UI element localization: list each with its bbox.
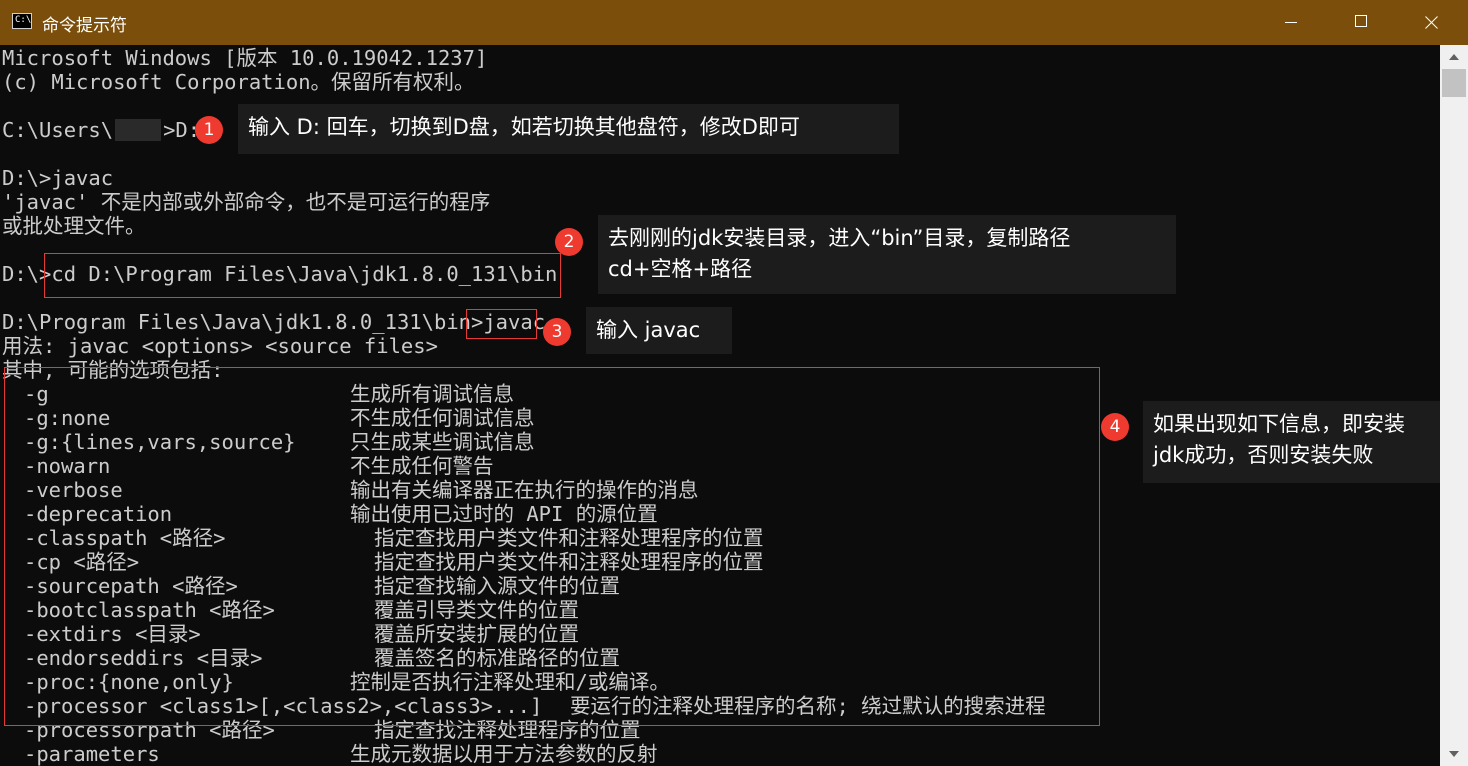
vertical-scrollbar[interactable] <box>1440 45 1468 766</box>
console-line: 用法: javac <options> <source files> <box>2 334 438 358</box>
scroll-up-arrow-icon[interactable] <box>1440 45 1468 69</box>
scrollbar-thumb[interactable] <box>1442 69 1466 97</box>
step-note-3: 输入 javac <box>586 307 732 354</box>
step-note-2: 去刚刚的jdk安装目录，进入“bin”目录，复制路径 cd+空格+路径 <box>598 215 1176 294</box>
note-line: 如果出现如下信息，即安装 <box>1153 412 1405 436</box>
close-button[interactable] <box>1396 0 1466 45</box>
console-line: 或批处理文件。 <box>2 214 146 238</box>
console-line: (c) Microsoft Corporation。保留所有权利。 <box>2 70 475 94</box>
step-badge-3: 3 <box>543 318 571 346</box>
title-bar[interactable]: C:\ 命令提示符 <box>0 0 1468 45</box>
command-prompt-window: C:\ 命令提示符 Microsoft Windows [版本 10.0.190… <box>0 0 1468 766</box>
console-line: C:\Users\ >D: <box>2 118 200 142</box>
console-line: 'javac' 不是内部或外部命令，也不是可运行的程序 <box>2 190 491 214</box>
option-description: 生成元数据以用于方法参数的反射 <box>350 742 658 766</box>
note-line: 去刚刚的jdk安装目录，进入“bin”目录，复制路径 <box>608 226 1071 250</box>
prompt-text: C:\Users\ <box>2 118 114 142</box>
console-line: D:\>javac <box>2 166 114 190</box>
redacted-username <box>115 119 162 141</box>
cmd-icon: C:\ <box>12 13 32 29</box>
step-note-4: 如果出现如下信息，即安装 jdk成功，否则安装失败 <box>1143 401 1468 483</box>
note-line: jdk成功，否则安装失败 <box>1153 443 1374 467</box>
window-title: 命令提示符 <box>42 16 127 36</box>
minimize-button[interactable] <box>1256 0 1326 45</box>
note-line: 输入 javac <box>596 318 701 342</box>
note-line: cd+空格+路径 <box>608 257 753 281</box>
step-badge-1: 1 <box>195 116 223 144</box>
note-line: 输入 D: 回车，切换到D盘，如若切换其他盘符，修改D即可 <box>248 115 800 139</box>
option-flag: -parameters <box>24 742 160 766</box>
scroll-down-arrow-icon[interactable] <box>1440 742 1468 766</box>
output-highlight <box>4 367 1100 726</box>
maximize-button[interactable] <box>1326 0 1396 45</box>
step-badge-4: 4 <box>1101 413 1129 441</box>
step-note-1: 输入 D: 回车，切换到D盘，如若切换其他盘符，修改D即可 <box>238 104 899 154</box>
console-line: D:\Program Files\Java\jdk1.8.0_131\bin>j… <box>2 310 545 334</box>
console-line: Microsoft Windows [版本 10.0.19042.1237] <box>2 46 488 70</box>
step-badge-2: 2 <box>555 228 583 256</box>
cd-command-highlight <box>44 253 561 298</box>
javac-command-highlight <box>466 309 537 339</box>
prompt-text: D:\Program Files\Java\jdk1.8.0_131\bin> <box>2 310 484 334</box>
